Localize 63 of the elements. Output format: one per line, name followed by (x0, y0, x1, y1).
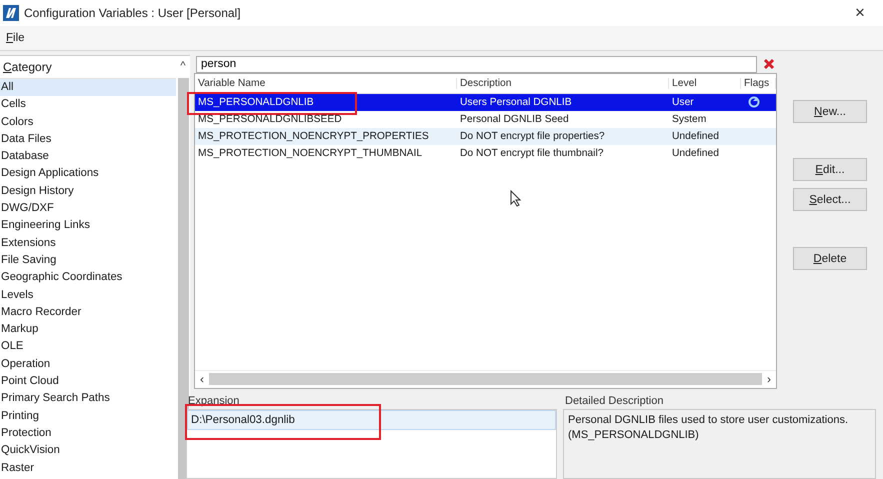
table-row[interactable]: MS_PERSONALDGNLIBSEED Personal DGNLIB Seed System (195, 111, 776, 128)
category-item[interactable]: Data Files (0, 130, 176, 148)
detailed-description-label: Detailed Description (564, 395, 664, 409)
category-item[interactable]: Raster (0, 460, 176, 477)
scroll-up-button[interactable]: ^ (176, 56, 190, 76)
table-cell-text: Do NOT encrypt file thumbnail? (459, 147, 604, 161)
category-item[interactable]: Point Cloud (0, 373, 176, 390)
table-cell-text: Users Personal DGNLIB (459, 96, 573, 110)
close-button[interactable]: × (840, 3, 880, 23)
column-header[interactable]: Level (669, 78, 741, 89)
category-item[interactable]: Extensions (0, 234, 176, 252)
table-cell-text: User (671, 96, 695, 110)
action-button[interactable]: Delete (793, 247, 867, 270)
table-row[interactable]: MS_PROTECTION_NOENCRYPT_THUMBNAIL Do NOT encrypt file thumbnail? Undefined (195, 145, 776, 162)
category-item[interactable]: Cells (0, 96, 176, 114)
category-item[interactable]: Engineering Links (0, 217, 176, 235)
search-field[interactable]: person (196, 56, 757, 72)
table-cell-text: System (671, 113, 708, 127)
category-item[interactable]: Markup (0, 321, 176, 338)
scroll-right-button[interactable]: › (762, 372, 776, 386)
mouse-pointer-icon (510, 190, 521, 207)
table-cell-text: MS_PROTECTION_NOENCRYPT_THUMBNAIL (197, 147, 424, 161)
action-button[interactable]: Select... (793, 188, 867, 211)
action-button[interactable]: Edit... (793, 158, 867, 181)
category-item[interactable]: Design History (0, 182, 176, 200)
description-text: (MS_PERSONALDGNLIB) (568, 428, 700, 443)
table-cell-text: Undefined (671, 130, 720, 144)
table-cell: MS_PERSONALDGNLIB (195, 94, 457, 111)
category-item[interactable]: Operation (0, 356, 176, 374)
column-header[interactable]: Variable Name (195, 78, 457, 89)
table-cell-text: MS_PROTECTION_NOENCRYPT_PROPERTIES (197, 130, 430, 144)
column-header[interactable]: Description (457, 78, 669, 89)
app-logo-icon (3, 5, 19, 21)
category-item[interactable]: Database (0, 148, 176, 166)
table-row[interactable]: MS_PROTECTION_NOENCRYPT_PROPERTIES Do NOT encrypt file properties? Undefined (195, 128, 776, 145)
table-cell-text: Undefined (671, 147, 720, 161)
window-title: Configuration Variables : User [Personal] (24, 6, 242, 20)
expansion-label: Expansion (187, 395, 240, 409)
category-item[interactable]: Levels (0, 286, 176, 304)
action-button[interactable]: New... (793, 100, 867, 123)
category-item[interactable]: All (0, 79, 176, 96)
category-item[interactable]: Design Applications (0, 165, 176, 183)
category-item[interactable]: OLE (0, 338, 176, 356)
category-item[interactable]: File Saving (0, 252, 176, 270)
scrollbar-thumb[interactable] (178, 78, 189, 479)
scrollbar-thumb[interactable] (209, 372, 762, 384)
column-header[interactable]: Flags (741, 78, 776, 89)
clear-icon[interactable] (763, 58, 775, 70)
description-text: Personal DGNLIB files used to store user customizations. (568, 413, 850, 428)
scroll-left-button[interactable]: ‹ (195, 372, 209, 386)
category-item[interactable]: Colors (0, 114, 176, 131)
category-item[interactable]: Macro Recorder (0, 304, 176, 322)
category-item[interactable]: Protection (0, 424, 176, 442)
category-item[interactable]: Geographic Coordinates (0, 269, 176, 287)
sync-icon (748, 96, 760, 108)
category-item[interactable]: QuickVision (0, 442, 176, 460)
menu-item[interactable]: File (4, 32, 27, 44)
table-cell-text: Do NOT encrypt file properties? (459, 130, 606, 144)
table-cell-text: MS_PERSONALDGNLIBSEED (197, 113, 343, 127)
table-cell-text: Personal DGNLIB Seed (459, 113, 570, 127)
category-item[interactable]: DWG/DXF (0, 200, 176, 218)
category-item[interactable]: Printing (0, 408, 176, 425)
category-item[interactable]: Primary Search Paths (0, 390, 176, 408)
